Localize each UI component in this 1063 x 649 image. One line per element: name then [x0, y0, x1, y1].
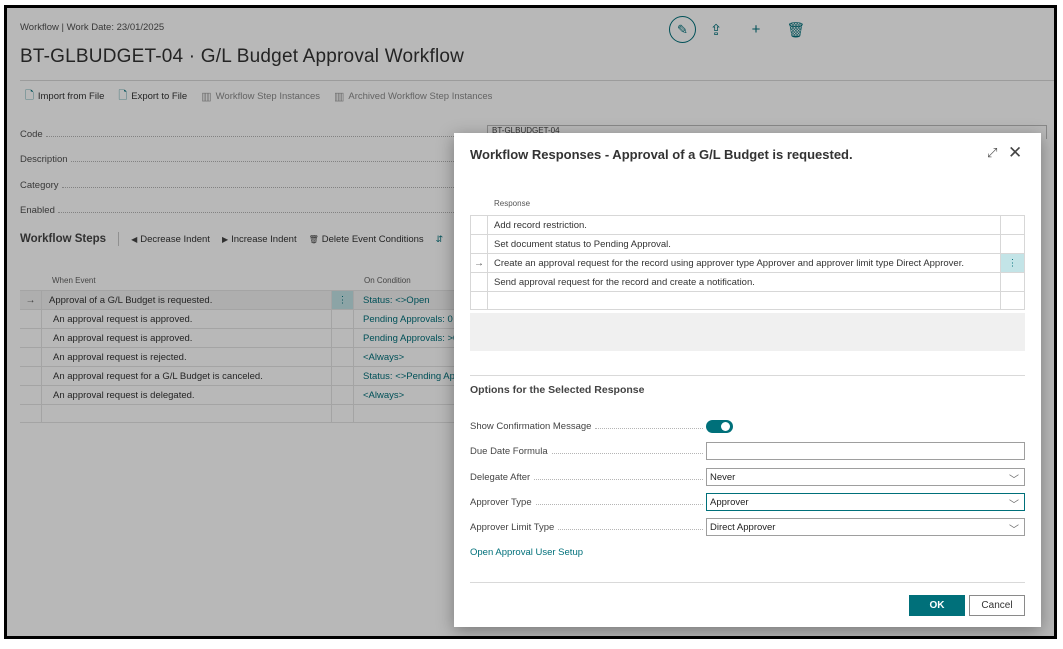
options-title: Options for the Selected Response	[470, 384, 645, 396]
chevron-down-icon: ﹀	[1009, 525, 1019, 536]
chevron-down-icon: ﹀	[1009, 475, 1019, 486]
list-item[interactable]: Add record restriction.	[470, 215, 1025, 234]
approver-type-row: Approver Type Approver ﹀	[470, 493, 1025, 511]
workflow-responses-dialog: Workflow Responses - Approval of a G/L B…	[454, 133, 1041, 627]
list-item[interactable]: Send approval request for the record and…	[470, 272, 1025, 291]
responses-grid: Add record restriction. Set document sta…	[470, 215, 1025, 310]
delegate-after-row: Delegate After Never ﹀	[470, 468, 1025, 486]
close-icon[interactable]: ✕	[1008, 143, 1022, 163]
grid-empty-area	[470, 313, 1025, 351]
arrow-right-icon: →	[470, 254, 488, 272]
row-menu-icon[interactable]: ⋮	[1000, 254, 1025, 272]
approver-limit-row: Approver Limit Type Direct Approver ﹀	[470, 518, 1025, 536]
list-item[interactable]: Set document status to Pending Approval.	[470, 234, 1025, 253]
cancel-button[interactable]: Cancel	[969, 595, 1025, 616]
due-date-input[interactable]	[706, 442, 1025, 460]
col-response[interactable]: Response	[494, 199, 530, 208]
delegate-after-select[interactable]: Never ﹀	[706, 468, 1025, 486]
expand-icon[interactable]: ⤢	[987, 145, 997, 161]
list-item[interactable]	[470, 291, 1025, 310]
open-approval-user-setup-link[interactable]: Open Approval User Setup	[470, 547, 583, 558]
approver-limit-select[interactable]: Direct Approver ﹀	[706, 518, 1025, 536]
chevron-down-icon: ﹀	[1009, 500, 1019, 511]
due-date-row: Due Date Formula	[470, 442, 1025, 460]
approver-type-select[interactable]: Approver ﹀	[706, 493, 1025, 511]
show-confirmation-toggle[interactable]	[706, 419, 733, 433]
list-item[interactable]: → Create an approval request for the reco…	[470, 253, 1025, 272]
window-frame: Workflow | Work Date: 23/01/2025 BT-GLBU…	[4, 5, 1057, 639]
show-confirmation-row: Show Confirmation Message	[470, 417, 1025, 435]
ok-button[interactable]: OK	[909, 595, 965, 616]
dialog-title: Workflow Responses - Approval of a G/L B…	[470, 147, 853, 162]
